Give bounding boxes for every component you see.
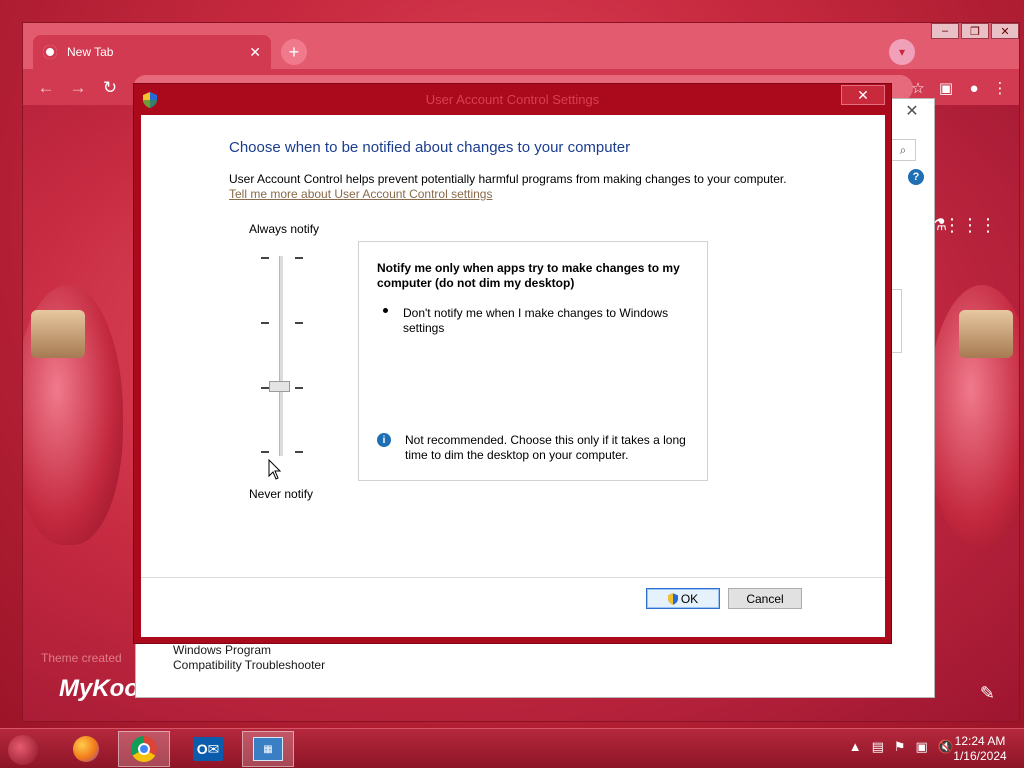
minimize-icon[interactable]: – — [931, 23, 959, 39]
action-center-flag-icon[interactable]: ⚑ — [894, 739, 906, 755]
uac-settings-dialog: User Account Control Settings ✕ Choose w… — [133, 83, 892, 644]
ornament-right-cap — [959, 310, 1013, 358]
tab-title: New Tab — [67, 45, 114, 59]
side-panel-icon[interactable]: ▣ — [935, 77, 957, 99]
slider-tick — [295, 257, 303, 259]
level-title: Notify me only when apps try to make cha… — [377, 261, 680, 290]
ok-button-label: OK — [680, 591, 699, 606]
tab-close-icon[interactable]: ✕ — [249, 44, 261, 61]
slider-label-always: Always notify — [249, 222, 320, 236]
system-tray: ▲ ▤ ⚑ ▣ 🔇 — [849, 739, 954, 755]
firefox-icon — [73, 736, 99, 762]
slider-track — [279, 256, 283, 456]
help-icon[interactable]: ? — [908, 169, 924, 185]
tab-strip: New Tab ✕ + ▾ — [23, 23, 1019, 69]
chrome-favicon-icon — [43, 45, 57, 59]
bullet-icon — [383, 308, 388, 313]
level-note-text: Not recommended. Choose this only if it … — [405, 433, 686, 462]
ok-button[interactable]: OK — [646, 588, 720, 609]
uac-close-button[interactable]: ✕ — [841, 85, 885, 105]
slider-thumb[interactable] — [269, 381, 290, 392]
forward-arrow-icon[interactable]: → — [67, 77, 89, 99]
cancel-button[interactable]: Cancel — [728, 588, 802, 609]
info-icon: i — [377, 433, 391, 447]
system-clock[interactable]: 12:24 AM 1/16/2024 — [950, 734, 1010, 764]
uac-window-title: User Account Control Settings — [425, 92, 600, 107]
tab-new-tab[interactable]: New Tab ✕ — [33, 35, 271, 69]
network-icon[interactable]: ▣ — [916, 739, 928, 755]
taskbar-app-firefox[interactable] — [60, 731, 112, 767]
slider-tick — [261, 257, 269, 259]
uac-client-area: Choose when to be notified about changes… — [141, 115, 885, 637]
bookmark-star-icon[interactable]: ☆ — [907, 77, 929, 99]
mouse-pointer-icon — [268, 459, 282, 480]
slider-tick — [295, 451, 303, 453]
tab-search-icon[interactable]: ▾ — [889, 39, 915, 65]
control-panel-icon: ▦ — [253, 737, 283, 761]
taskbar-app-control-panel[interactable]: ▦ — [242, 731, 294, 767]
troubleshooter-search-icon[interactable]: ⌕ — [890, 139, 916, 161]
slider-label-never: Never notify — [249, 487, 314, 501]
notification-level-slider[interactable] — [259, 252, 305, 460]
troubleshooter-item-line2: Compatibility Troubleshooter — [173, 658, 326, 672]
uac-shield-icon — [667, 592, 678, 605]
start-button[interactable] — [8, 735, 38, 765]
theme-credit: Theme created — [41, 651, 122, 665]
new-tab-button[interactable]: + — [281, 39, 307, 65]
slider-tick — [295, 387, 303, 389]
level-description-panel: Notify me only when apps try to make cha… — [358, 241, 708, 481]
clock-date: 1/16/2024 — [953, 749, 1007, 763]
menu-kebab-icon[interactable]: ⋮ — [989, 77, 1011, 99]
profile-avatar-icon[interactable]: ● — [963, 77, 985, 99]
uac-titlebar: User Account Control Settings ✕ — [134, 84, 891, 115]
theme-logo: MyKoo — [59, 675, 139, 702]
maximize-icon[interactable]: ❐ — [961, 23, 989, 39]
slider-tick — [295, 322, 303, 324]
troubleshooter-close-icon[interactable]: ✕ — [894, 101, 930, 121]
network-computer-icon[interactable]: ▤ — [872, 739, 884, 755]
troubleshooter-item-line1: Windows Program — [173, 643, 272, 657]
back-arrow-icon[interactable]: ← — [35, 77, 57, 99]
slider-tick — [261, 387, 269, 389]
taskbar: O✉ ▦ ▲ ▤ ⚑ ▣ 🔇 12:24 AM 1/16/2024 — [0, 728, 1024, 768]
outlook-icon: O✉ — [193, 737, 223, 761]
browser-caption-buttons: – ❐ ✕ — [929, 23, 1019, 41]
ornament-left-cap — [31, 310, 85, 358]
clock-time: 12:24 AM — [954, 734, 1006, 748]
troubleshooter-item[interactable]: Windows Program Compatibility Troublesho… — [173, 643, 325, 673]
slider-tick — [261, 451, 269, 453]
taskbar-app-chrome[interactable] — [118, 731, 170, 767]
show-hidden-icons-icon[interactable]: ▲ — [849, 739, 862, 755]
level-bullet-text: Don't notify me when I make changes to W… — [403, 306, 669, 335]
uac-footer: OK Cancel — [141, 578, 885, 637]
taskbar-app-outlook[interactable]: O✉ — [182, 731, 234, 767]
customize-pencil-icon[interactable]: ✎ — [980, 683, 995, 704]
close-icon[interactable]: ✕ — [991, 23, 1019, 39]
uac-description: User Account Control helps prevent poten… — [229, 172, 787, 186]
apps-grid-icon[interactable]: ⋮⋮⋮ — [943, 215, 997, 236]
slider-tick — [261, 322, 269, 324]
reload-icon[interactable]: ↻ — [99, 77, 121, 99]
chrome-icon — [131, 736, 157, 762]
uac-heading: Choose when to be notified about changes… — [229, 139, 631, 156]
learn-more-link[interactable]: Tell me more about User Account Control … — [229, 187, 492, 201]
